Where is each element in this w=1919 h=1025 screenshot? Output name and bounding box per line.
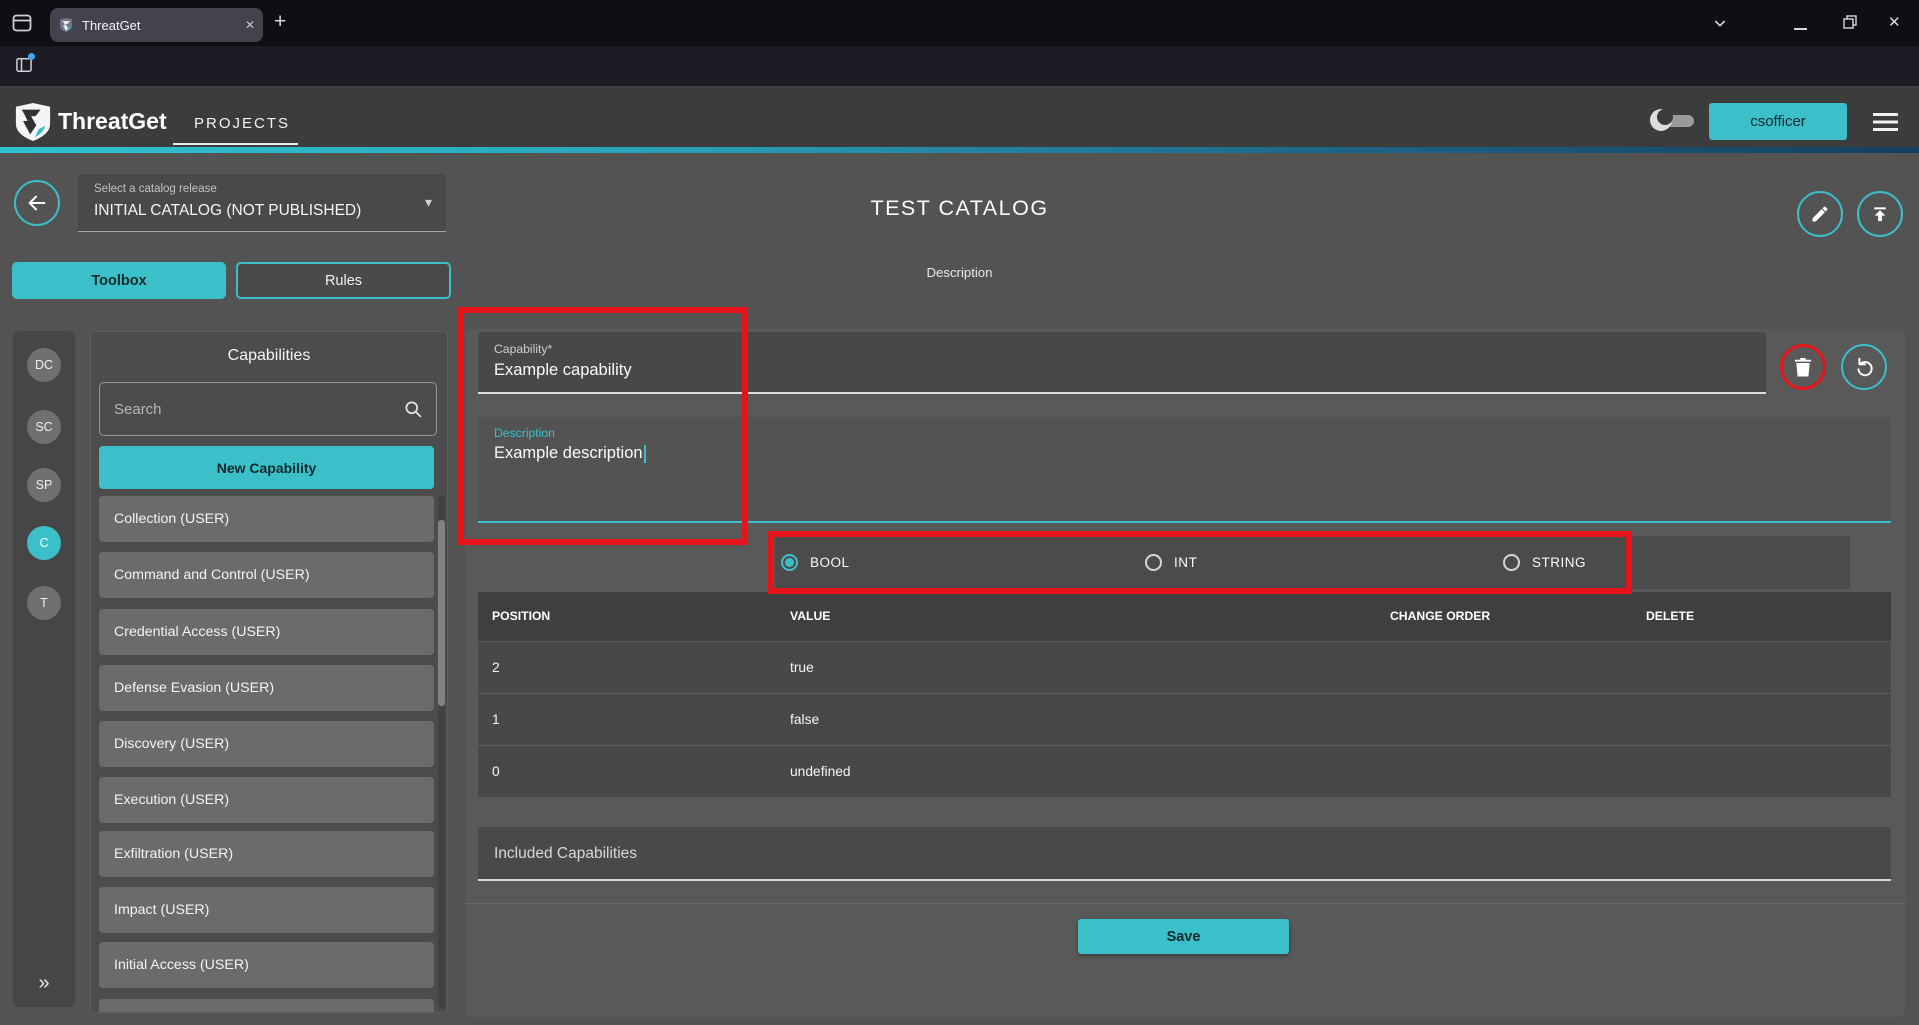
capability-field-value: Example capability xyxy=(494,361,632,380)
column-header: CHANGE ORDER xyxy=(1390,592,1490,641)
screen: ThreatGet ✕ + ✕ xyxy=(0,0,1919,1025)
capabilities-title: Capabilities xyxy=(91,347,447,365)
save-button[interactable]: Save xyxy=(1078,919,1289,954)
type-radio-group: BOOL INT STRING xyxy=(775,536,1850,589)
app-header: ThreatGet PROJECTS csofficer xyxy=(0,86,1919,147)
list-item[interactable]: Discovery (USER) xyxy=(99,721,434,767)
browser-tab-bar: ThreatGet ✕ + ✕ xyxy=(0,0,1919,46)
tab-toolbox[interactable]: Toolbox xyxy=(12,262,226,299)
rail-item-t[interactable]: T xyxy=(27,586,61,620)
cell-value: true xyxy=(790,642,814,694)
capability-form-panel: Capability* Example capability Descripti… xyxy=(465,329,1905,1017)
nav-underline xyxy=(173,143,298,145)
table-row[interactable]: 2 true xyxy=(478,641,1891,693)
list-item[interactable]: Impact (USER) xyxy=(99,887,434,933)
values-table-header: POSITION VALUE CHANGE ORDER DELETE xyxy=(478,592,1891,641)
page-title: TEST CATALOG xyxy=(0,196,1919,221)
brand-title: ThreatGet xyxy=(58,108,167,135)
category-rail: DC SC SP C T » xyxy=(13,331,75,1007)
list-item[interactable]: Initial Access (USER) xyxy=(99,942,434,988)
list-item-partial[interactable] xyxy=(99,999,434,1013)
capability-field[interactable]: Capability* Example capability xyxy=(478,332,1766,394)
search-icon[interactable] xyxy=(403,399,424,420)
list-item[interactable]: Command and Control (USER) xyxy=(99,552,434,598)
nav-projects[interactable]: PROJECTS xyxy=(194,115,290,132)
capability-field-label: Capability* xyxy=(494,342,552,356)
list-item[interactable]: Credential Access (USER) xyxy=(99,609,434,655)
list-item[interactable]: Collection (USER) xyxy=(99,496,434,542)
radio-string[interactable]: STRING xyxy=(1503,536,1586,589)
cell-position: 2 xyxy=(492,642,500,694)
list-item[interactable]: Defense Evasion (USER) xyxy=(99,665,434,711)
list-item[interactable]: Execution (USER) xyxy=(99,777,434,823)
radio-unselected-icon[interactable] xyxy=(1503,554,1520,571)
rail-item-dc[interactable]: DC xyxy=(27,348,61,382)
included-capabilities-label: Included Capabilities xyxy=(494,827,637,881)
app-menu-icon[interactable] xyxy=(1872,112,1899,132)
new-capability-button[interactable]: New Capability xyxy=(99,446,434,489)
column-header: VALUE xyxy=(790,592,830,641)
radio-unselected-icon[interactable] xyxy=(1145,554,1162,571)
undo-button[interactable] xyxy=(1841,344,1887,390)
scrollbar-thumb[interactable] xyxy=(438,520,445,706)
radio-selected-icon[interactable] xyxy=(781,554,798,571)
publish-upload-button[interactable] xyxy=(1857,191,1903,237)
description-field-label: Description xyxy=(494,426,555,440)
search-input[interactable] xyxy=(100,383,436,435)
rail-item-sc[interactable]: SC xyxy=(27,410,61,444)
description-field-value: Example description xyxy=(494,444,646,463)
cell-value: false xyxy=(790,694,819,746)
notification-dot xyxy=(28,53,35,60)
edit-catalog-button[interactable] xyxy=(1797,191,1843,237)
delete-capability-button[interactable] xyxy=(1780,344,1826,390)
accent-divider xyxy=(0,147,1919,153)
window-restore-button[interactable] xyxy=(1843,15,1857,29)
user-button[interactable]: csofficer xyxy=(1709,103,1847,140)
text-cursor xyxy=(644,445,646,463)
capabilities-panel: Capabilities New Capability Collection (… xyxy=(90,331,448,1013)
column-header: DELETE xyxy=(1646,592,1694,641)
tab-title: ThreatGet xyxy=(82,18,237,33)
radio-label: INT xyxy=(1174,555,1197,570)
rail-item-sp[interactable]: SP xyxy=(27,468,61,502)
column-header: POSITION xyxy=(492,592,550,641)
browser-nav-bar: http://localhost:4200/#/catalogs/24ed53b… xyxy=(0,46,1919,86)
search-box xyxy=(99,382,437,436)
cell-value: undefined xyxy=(790,746,851,798)
description-field[interactable]: Description Example description xyxy=(478,417,1891,523)
table-row[interactable]: 1 false xyxy=(478,693,1891,745)
radio-int[interactable]: INT xyxy=(1145,536,1197,589)
list-scrollbar[interactable] xyxy=(438,496,445,1008)
table-row[interactable]: 0 undefined xyxy=(478,745,1891,797)
tab-close-icon[interactable]: ✕ xyxy=(245,18,255,32)
new-tab-button[interactable]: + xyxy=(274,10,286,34)
rail-item-c[interactable]: C xyxy=(27,526,61,560)
sidebar-icon[interactable] xyxy=(14,55,34,75)
favicon-threatget xyxy=(58,17,74,33)
expand-rail-icon[interactable]: » xyxy=(13,972,75,995)
cell-position: 0 xyxy=(492,746,500,798)
tab-list-chevron-icon[interactable] xyxy=(1712,15,1728,31)
radio-label: STRING xyxy=(1532,555,1586,570)
panel-divider xyxy=(465,903,1905,904)
radio-bool[interactable]: BOOL xyxy=(781,536,850,589)
tab-rules[interactable]: Rules xyxy=(236,262,451,299)
firefox-view-icon[interactable] xyxy=(10,11,34,35)
included-capabilities-field[interactable]: Included Capabilities xyxy=(478,827,1891,881)
window-minimize-button[interactable] xyxy=(1794,28,1807,30)
moon-icon[interactable] xyxy=(1648,107,1674,133)
cell-position: 1 xyxy=(492,694,500,746)
browser-tab[interactable]: ThreatGet ✕ xyxy=(50,8,263,42)
threatget-logo xyxy=(14,102,52,142)
radio-label: BOOL xyxy=(810,555,850,570)
list-item[interactable]: Exfiltration (USER) xyxy=(99,831,434,877)
window-close-button[interactable]: ✕ xyxy=(1888,13,1901,31)
release-select-label: Select a catalog release xyxy=(94,183,217,195)
